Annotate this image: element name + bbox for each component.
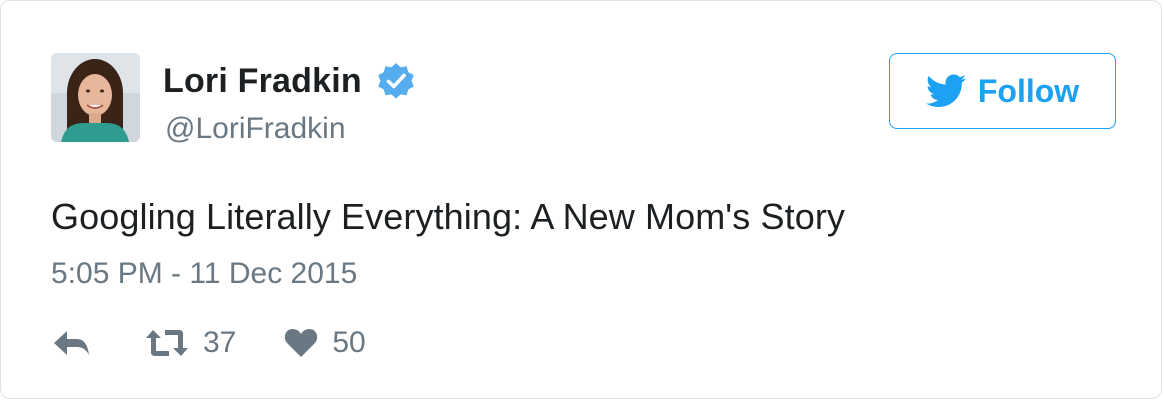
avatar-photo (51, 53, 140, 142)
verified-badge-icon (376, 61, 416, 101)
author-name-row: Lori Fradkin (163, 61, 416, 101)
author-display-name[interactable]: Lori Fradkin (163, 62, 362, 101)
heart-icon (284, 328, 318, 358)
reply-button[interactable] (51, 329, 95, 357)
tweet-text: Googling Literally Everything: A New Mom… (51, 196, 846, 237)
retweet-icon (145, 328, 189, 358)
tweet-timestamp[interactable]: 5:05 PM - 11 Dec 2015 (51, 257, 357, 291)
follow-button-label: Follow (977, 72, 1080, 109)
tweet-actions: 37 50 (51, 323, 366, 363)
like-button[interactable]: 50 (284, 326, 366, 360)
retweet-button[interactable]: 37 (145, 326, 236, 360)
reply-icon (51, 329, 91, 357)
author-handle[interactable]: @LoriFradkin (165, 112, 346, 146)
tweet-card: Lori Fradkin @LoriFradkin Follow Googlin… (0, 0, 1162, 399)
like-count: 50 (332, 326, 366, 359)
twitter-bird-icon (925, 74, 966, 108)
retweet-count: 37 (203, 326, 237, 359)
avatar[interactable] (51, 53, 140, 142)
follow-button[interactable]: Follow (889, 53, 1116, 129)
